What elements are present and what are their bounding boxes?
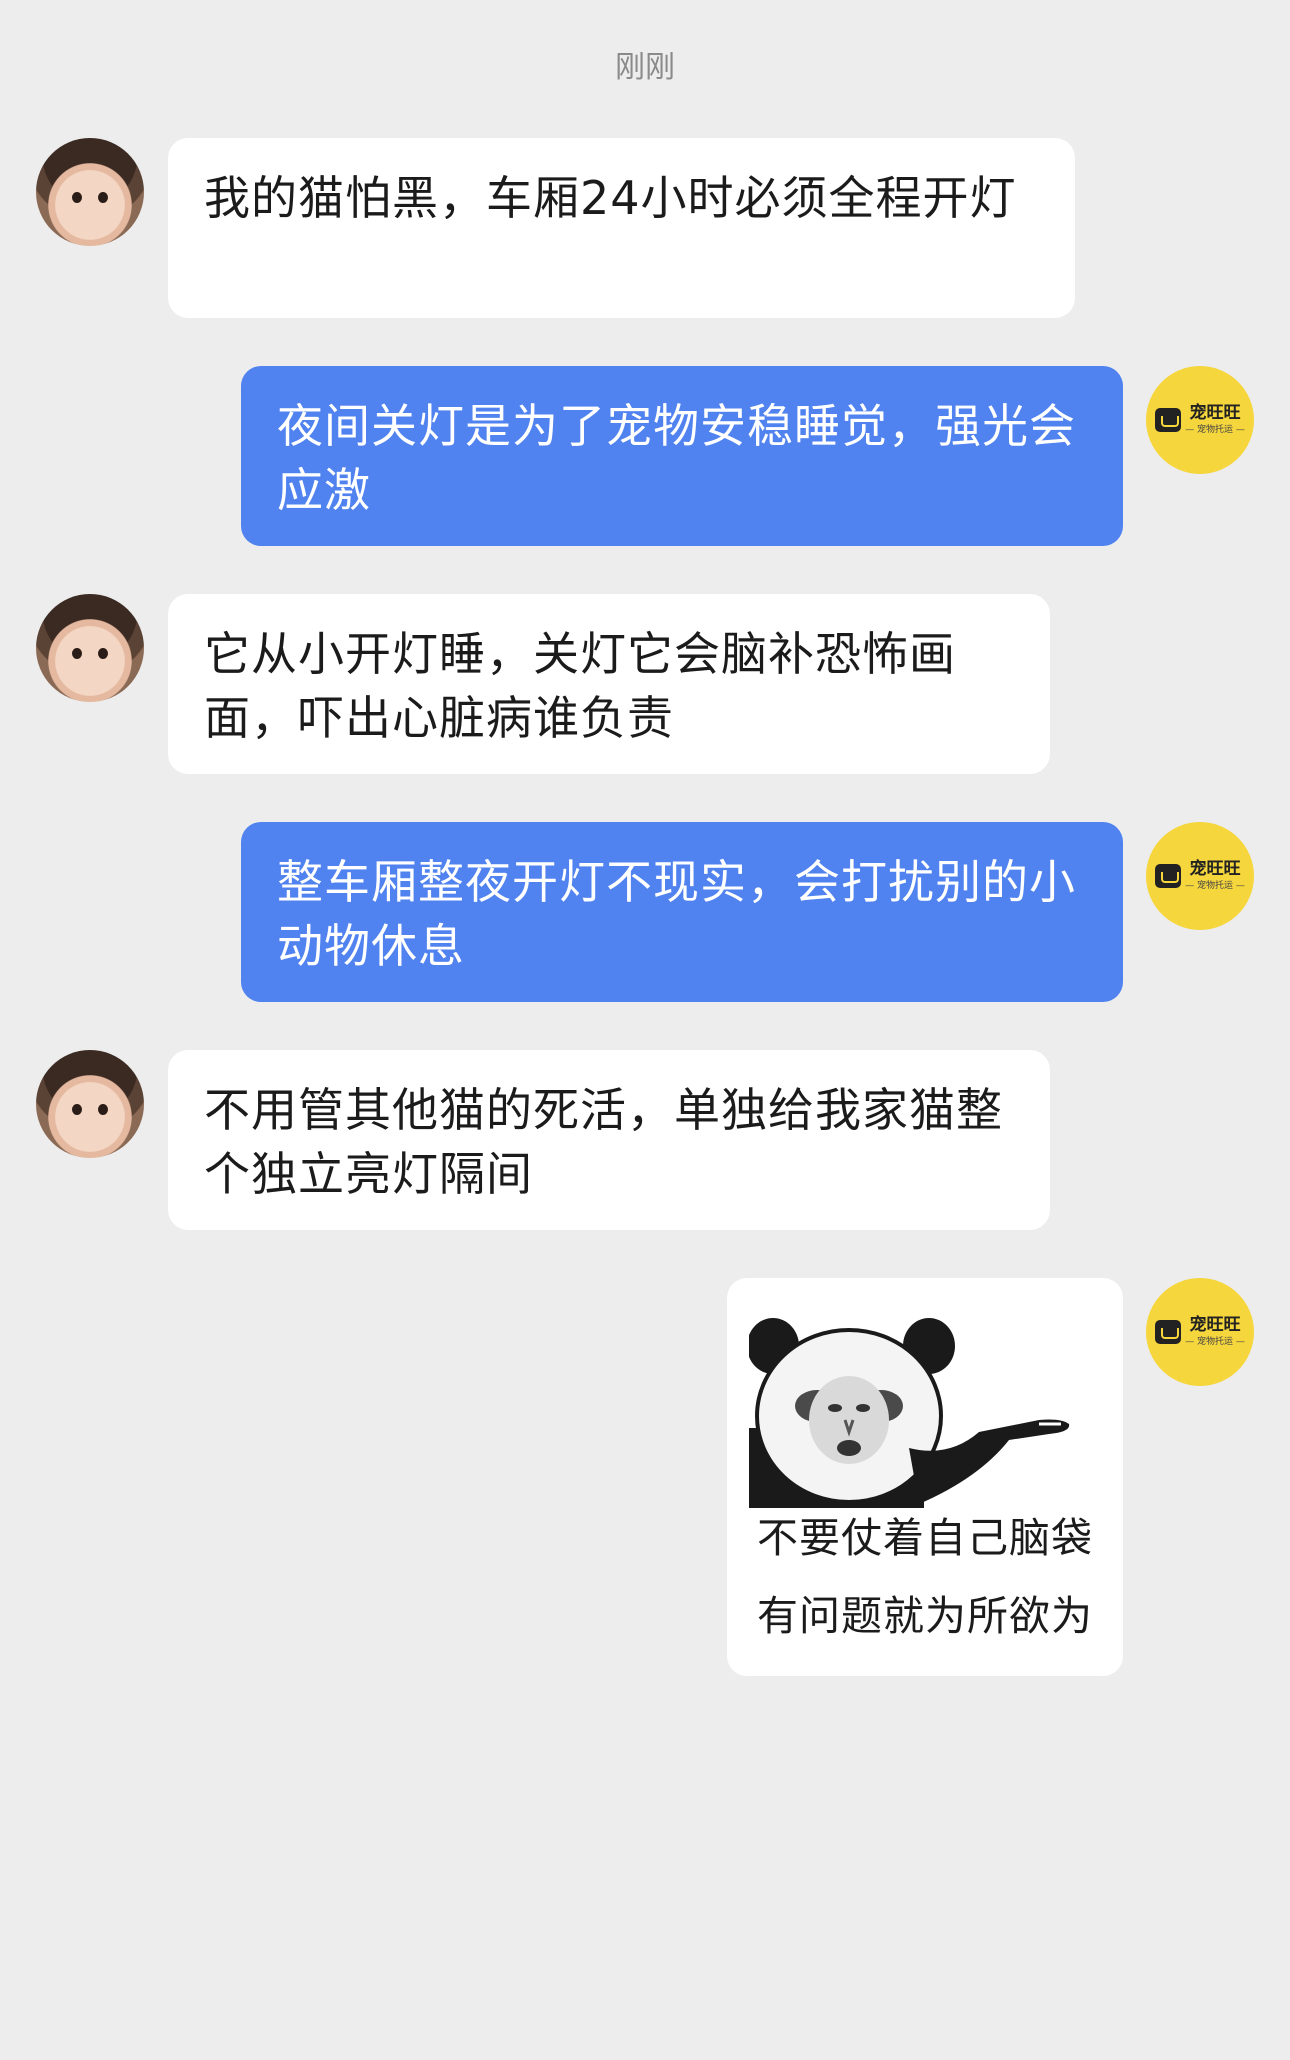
message-text: 它从小开灯睡，关灯它会脑补恐怖画面，吓出心脏病谁负责 <box>204 627 956 745</box>
panda-meme-icon <box>749 1318 1070 1508</box>
customer-avatar[interactable] <box>36 594 144 702</box>
brand-name: 宠旺旺 <box>1189 859 1241 879</box>
message-bubble-incoming[interactable]: 不用管其他猫的死活，单独给我家猫整个独立亮灯隔间 <box>168 1050 1050 1230</box>
message-bubble-incoming[interactable]: 我的猫怕黑，车厢24小时必须全程开灯 <box>168 138 1075 318</box>
service-avatar[interactable]: 宠旺旺 — 宠物托运 — <box>1146 822 1254 930</box>
customer-avatar[interactable] <box>36 138 144 246</box>
message-text: 整车厢整夜开灯不现实，会打扰别的小动物休息 <box>277 855 1076 973</box>
message-bubble-outgoing[interactable]: 夜间关灯是为了宠物安稳睡觉，强光会应激 <box>241 366 1123 546</box>
customer-avatar[interactable] <box>36 1050 144 1158</box>
brand-name: 宠旺旺 <box>1189 403 1241 423</box>
kennel-icon <box>1155 408 1182 432</box>
kennel-icon <box>1155 864 1182 888</box>
brand-name: 宠旺旺 <box>1189 1315 1241 1335</box>
chat-timestamp: 刚刚 <box>615 50 675 85</box>
message-bubble-incoming[interactable]: 它从小开灯睡，关灯它会脑补恐怖画面，吓出心脏病谁负责 <box>168 594 1050 774</box>
message-text: 夜间关灯是为了宠物安稳睡觉，强光会应激 <box>277 399 1076 517</box>
brand-tagline: — 宠物托运 — <box>1185 425 1245 435</box>
message-text: 不用管其他猫的死活，单独给我家猫整个独立亮灯隔间 <box>204 1083 1003 1201</box>
service-avatar[interactable]: 宠旺旺 — 宠物托运 — <box>1146 366 1254 474</box>
brand-tagline: — 宠物托运 — <box>1185 1337 1245 1347</box>
service-avatar[interactable]: 宠旺旺 — 宠物托运 — <box>1146 1278 1254 1386</box>
meme-sticker[interactable]: 不要仗着自己脑袋 有问题就为所欲为 <box>727 1278 1123 1676</box>
brand-tagline: — 宠物托运 — <box>1185 881 1245 891</box>
sticker-caption-line-1: 不要仗着自己脑袋 <box>757 1514 1093 1562</box>
sticker-caption-line-2: 有问题就为所欲为 <box>757 1592 1093 1640</box>
message-text: 我的猫怕黑，车厢24小时必须全程开灯 <box>204 171 1017 225</box>
kennel-icon <box>1155 1320 1182 1344</box>
message-bubble-outgoing[interactable]: 整车厢整夜开灯不现实，会打扰别的小动物休息 <box>241 822 1123 1002</box>
